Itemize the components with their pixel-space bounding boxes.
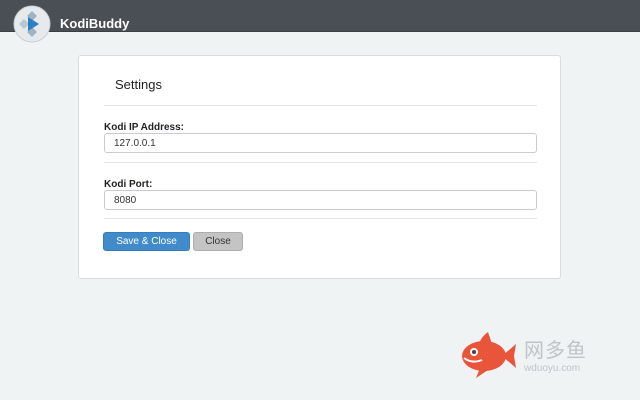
watermark: 网多鱼 wduoyu.com [458, 330, 608, 380]
app-header: KodiBuddy [0, 0, 640, 43]
divider [104, 218, 537, 219]
divider [104, 162, 537, 163]
fish-logo-icon [462, 332, 516, 378]
kodi-ip-input[interactable] [104, 133, 537, 153]
settings-title: Settings [115, 77, 162, 92]
save-close-button[interactable]: Save & Close [103, 232, 190, 251]
app-title: KodiBuddy [60, 16, 130, 31]
kodi-logo-icon [13, 5, 51, 43]
watermark-text: 网多鱼 [524, 338, 587, 362]
close-button[interactable]: Close [193, 232, 243, 251]
divider [104, 105, 537, 106]
kodi-port-input[interactable] [104, 190, 537, 210]
watermark-url: wduoyu.com [524, 363, 581, 374]
settings-panel: Settings Kodi IP Address: Kodi Port: Sav… [78, 55, 561, 279]
